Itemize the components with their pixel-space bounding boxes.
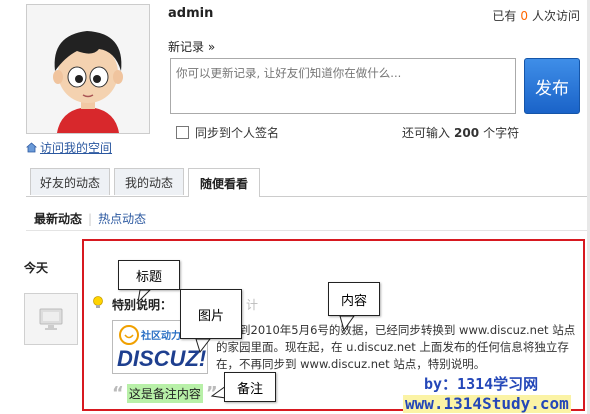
visit-my-space-label: 访问我的空间 <box>40 141 113 155</box>
callout-note: 备注 <box>224 372 276 402</box>
chars-count: 200 <box>454 126 480 140</box>
tab-my-feed[interactable]: 我的动态 <box>114 168 184 195</box>
lightbulb-icon <box>93 296 103 308</box>
visit-counter: 已有 0 人次访问 <box>492 7 580 24</box>
callout-title: 标题 <box>118 260 180 290</box>
username[interactable]: admin <box>168 6 213 21</box>
note-text: 这是备注内容 <box>126 384 203 403</box>
visit-my-space-link[interactable]: 访问我的空间 <box>26 139 112 156</box>
visits-count: 0 <box>520 9 528 23</box>
publish-button[interactable]: 发布 <box>524 58 580 114</box>
callout-image: 图片 <box>180 289 242 339</box>
divider <box>26 230 590 231</box>
subtab-hot[interactable]: 热点动态 <box>98 210 146 227</box>
tab-random-view[interactable]: 随便看看 <box>188 168 260 197</box>
chars-prefix: 还可输入 <box>402 126 451 140</box>
subtab-latest[interactable]: 最新动态 <box>34 210 82 227</box>
quote-close-icon: ” <box>205 382 218 404</box>
sync-signature-checkbox[interactable] <box>176 126 189 139</box>
logo-text: DISCUZ! <box>117 346 206 371</box>
watermark-line1: by：1314学习网 <box>424 375 539 393</box>
subtab-bar: 最新动态 | 热点动态 <box>34 210 146 227</box>
new-record-label[interactable]: 新记录 » <box>168 38 215 55</box>
watermark-line2: www.1314Study.com <box>403 394 571 413</box>
feed-item-content: 截止到2010年5月6号的数据，已经同步转换到 www.discuz.net 站… <box>216 323 576 371</box>
day-label: 今天 <box>24 261 49 275</box>
logo-top-text: 社区动力 <box>140 329 181 342</box>
status-input[interactable] <box>170 58 516 114</box>
visits-suffix: 人次访问 <box>531 9 580 23</box>
chars-suffix: 个字符 <box>483 126 520 140</box>
house-icon <box>26 142 37 153</box>
visits-prefix: 已有 <box>492 9 517 23</box>
feed-item-title-suffix: 计 <box>246 298 259 312</box>
chars-remaining: 还可输入 200 个字符 <box>402 124 519 141</box>
user-avatar[interactable] <box>26 4 150 134</box>
feed-item-title[interactable]: 特别说明： <box>112 296 172 313</box>
monitor-icon <box>39 308 63 330</box>
sync-signature-option[interactable]: 同步到个人签名 <box>176 124 279 141</box>
sync-signature-label: 同步到个人签名 <box>195 126 280 140</box>
quote-open-icon: “ <box>112 382 124 404</box>
tab-bar <box>26 168 590 197</box>
feed-item-note: “ 这是备注内容 ” <box>112 384 218 403</box>
tab-friends-feed[interactable]: 好友的动态 <box>30 168 110 195</box>
feed-avatar[interactable] <box>24 293 78 345</box>
subtab-separator: | <box>88 211 93 226</box>
callout-content: 内容 <box>328 282 380 316</box>
